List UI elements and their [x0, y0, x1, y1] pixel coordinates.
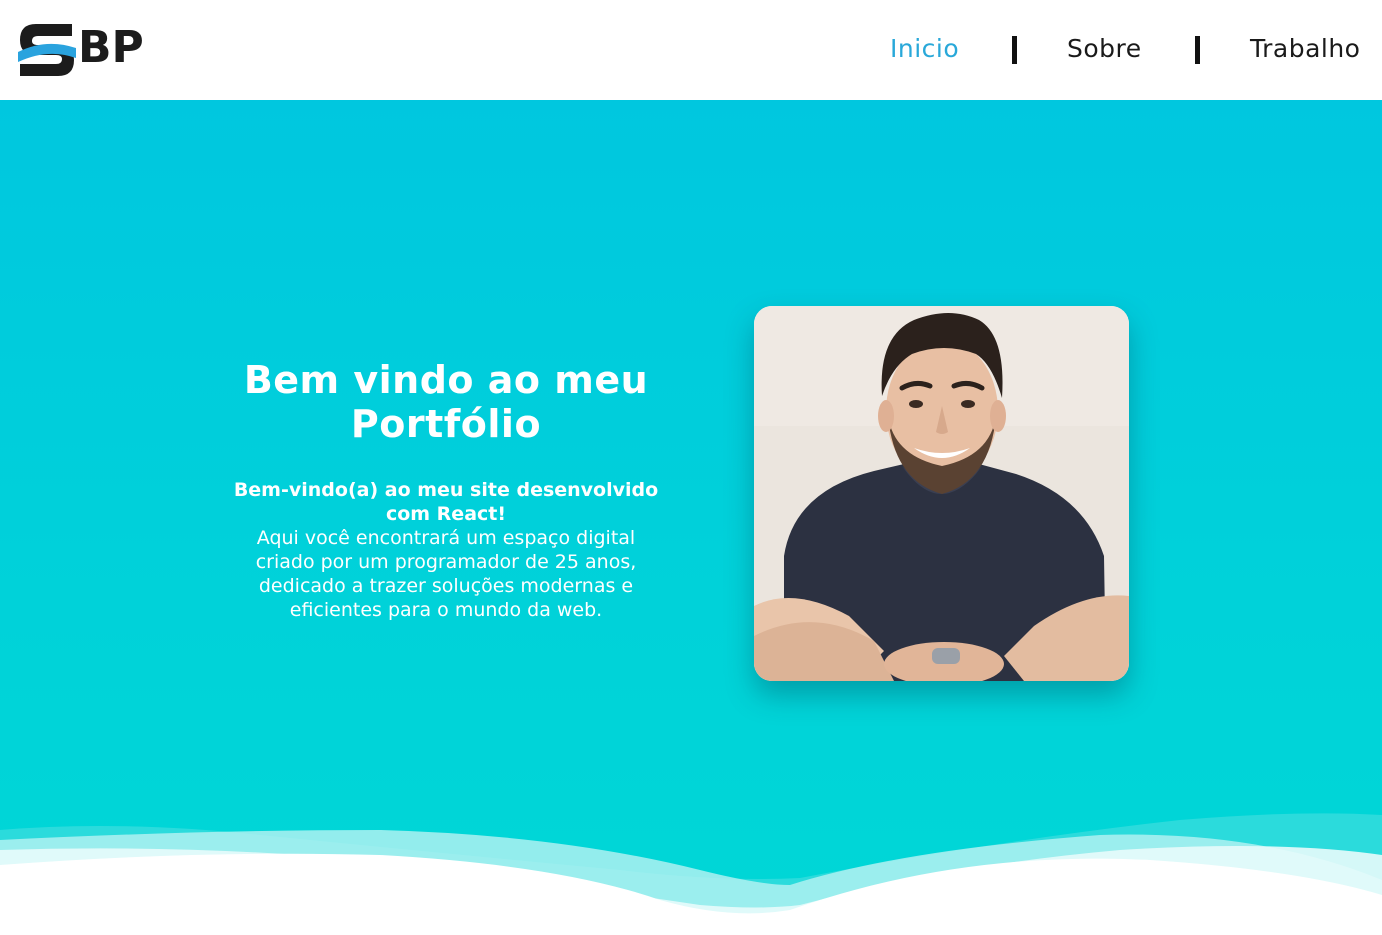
hero-text: Bem vindo ao meu Portfólio Bem-vindo(a) …: [200, 358, 692, 622]
nav-item-trabalho[interactable]: Trabalho: [1250, 32, 1360, 66]
nav-divider: [1012, 36, 1017, 64]
site-header: BP Inicio Sobre Trabalho: [0, 0, 1382, 100]
hero-lead: Bem-vindo(a) ao meu site desenvolvido co…: [200, 478, 692, 526]
nav-item-inicio[interactable]: Inicio: [890, 32, 959, 66]
hero-body-line4: eficientes para o mundo da web.: [289, 599, 603, 621]
hero-title: Bem vindo ao meu Portfólio: [200, 358, 692, 446]
main-nav: Inicio Sobre Trabalho: [0, 0, 1382, 100]
hero-body-line2: criado por um programador de 25 anos,: [255, 551, 637, 573]
hero-title-line2: Portfólio: [350, 402, 542, 446]
profile-photo: [754, 306, 1129, 681]
hero-section: Bem vindo ao meu Portfólio Bem-vindo(a) …: [0, 100, 1382, 935]
profile-portrait-image: [754, 306, 1129, 681]
hero-body-line3: dedicado a trazer soluções modernas e: [258, 575, 634, 597]
hero-lead-line1: Bem-vindo(a) ao meu site desenvolvido: [233, 479, 659, 501]
nav-divider: [1195, 36, 1200, 64]
hero-body-line1: Aqui você encontrará um espaço digital: [256, 527, 636, 549]
hero-lead-line2: com React!: [385, 503, 507, 525]
hero-title-line1: Bem vindo ao meu: [243, 358, 649, 402]
wave-divider: [0, 813, 1382, 935]
hero-body: Aqui você encontrará um espaço digital c…: [200, 526, 692, 622]
nav-item-sobre[interactable]: Sobre: [1067, 32, 1142, 66]
